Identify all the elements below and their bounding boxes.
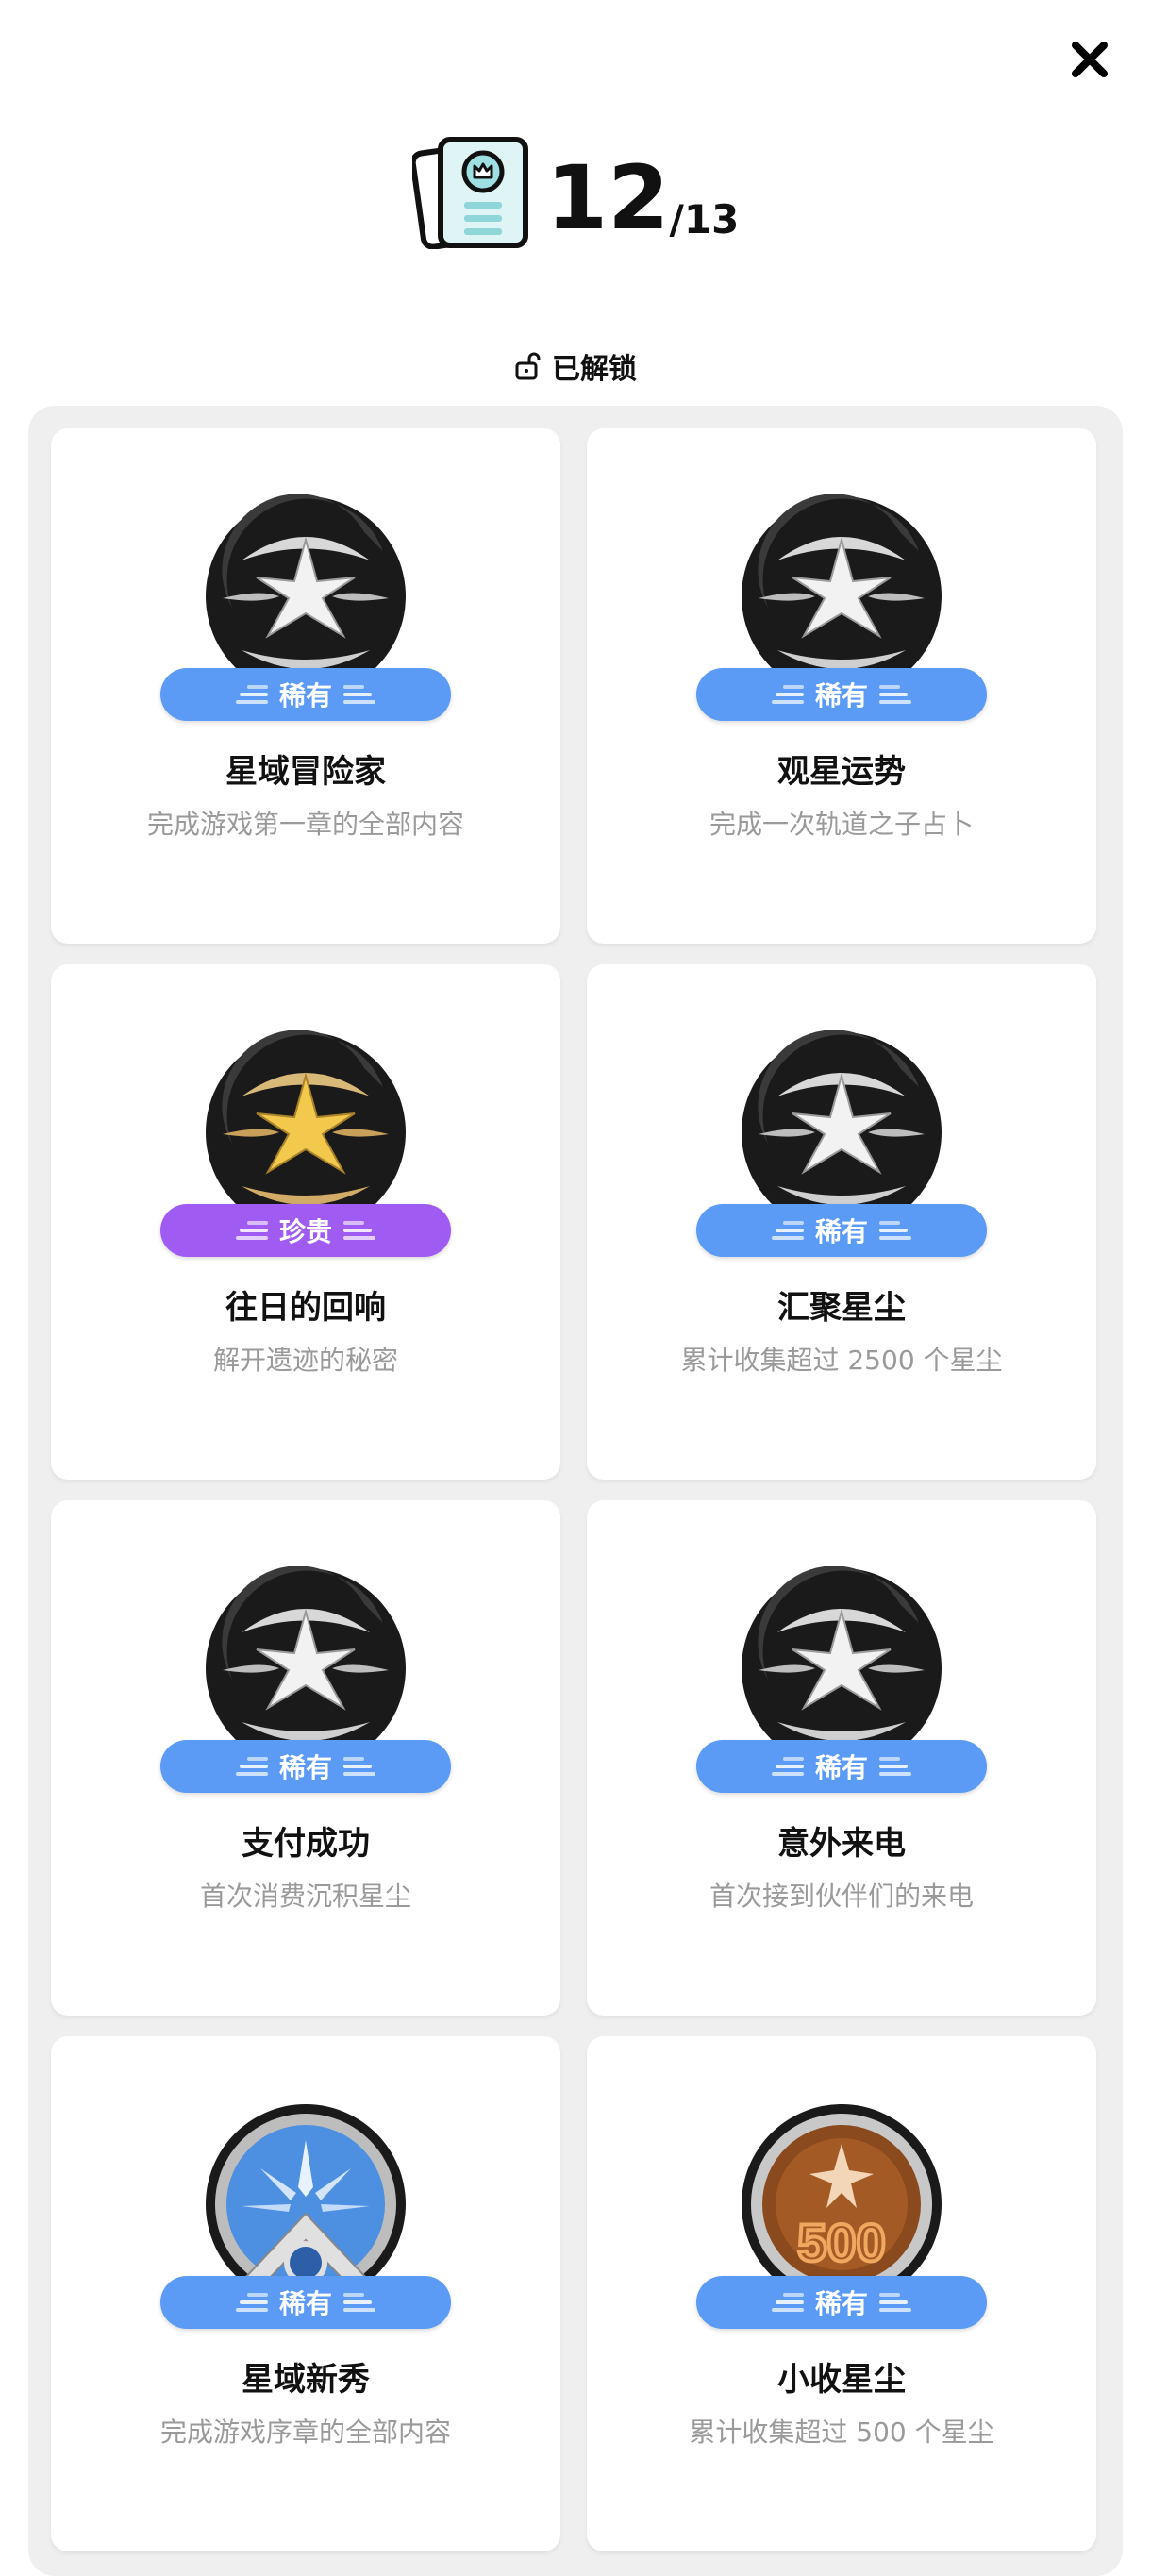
achievement-card[interactable]: 稀有 意外来电 首次接到伙伴们的来电 bbox=[587, 1500, 1096, 2016]
rarity-label: 稀有 bbox=[814, 1216, 868, 1247]
rarity-badge: 稀有 bbox=[160, 1740, 451, 1793]
achievement-card[interactable]: 稀有 星域冒险家 完成游戏第一章的全部内容 bbox=[51, 428, 560, 944]
rarity-badge: 珍贵 bbox=[160, 1204, 451, 1257]
achievement-title: 支付成功 bbox=[242, 1825, 370, 1863]
achievement-cards-icon bbox=[411, 137, 528, 249]
achievement-description: 完成一次轨道之子占卜 bbox=[709, 809, 974, 840]
achievement-description: 首次接到伙伴们的来电 bbox=[709, 1881, 974, 1912]
achievement-description: 解开遗迹的秘密 bbox=[212, 1345, 398, 1376]
achievement-description: 首次消费沉积星尘 bbox=[199, 1881, 411, 1912]
rarity-badge: 稀有 bbox=[696, 2276, 987, 2329]
rarity-badge: 稀有 bbox=[160, 2276, 451, 2329]
achievement-title: 观星运势 bbox=[777, 753, 906, 791]
rarity-label: 稀有 bbox=[814, 1752, 868, 1783]
achievement-title: 往日的回响 bbox=[225, 1289, 386, 1327]
achievement-title: 星域新秀 bbox=[242, 2361, 370, 2399]
medal-500-text: 500 bbox=[797, 2213, 885, 2272]
rarity-badge: 稀有 bbox=[160, 668, 451, 721]
unlock-icon bbox=[515, 352, 541, 380]
achievement-card[interactable]: 稀有 观星运势 完成一次轨道之子占卜 bbox=[587, 428, 1096, 944]
rarity-label: 珍贵 bbox=[278, 1216, 332, 1247]
achievement-description: 完成游戏第一章的全部内容 bbox=[146, 809, 464, 840]
achievement-card[interactable]: 稀有 支付成功 首次消费沉积星尘 bbox=[51, 1500, 560, 2016]
rarity-label: 稀有 bbox=[278, 1752, 332, 1783]
achievement-description: 累计收集超过 500 个星尘 bbox=[689, 2417, 994, 2448]
rarity-label: 稀有 bbox=[278, 2288, 332, 2319]
achievement-title: 意外来电 bbox=[777, 1825, 906, 1863]
achievement-card[interactable]: 稀有 星域新秀 完成游戏序章的全部内容 bbox=[51, 2036, 560, 2551]
achievement-description: 累计收集超过 2500 个星尘 bbox=[680, 1345, 1003, 1376]
rarity-label: 稀有 bbox=[278, 680, 332, 711]
unlocked-count: 12 bbox=[545, 147, 670, 250]
rarity-label: 稀有 bbox=[814, 2288, 868, 2319]
unlocked-section-label: 已解锁 bbox=[0, 345, 1151, 387]
unlocked-label-text: 已解锁 bbox=[552, 353, 637, 386]
total-count: /13 bbox=[669, 196, 740, 243]
collection-header: 12 /13 bbox=[0, 136, 1151, 249]
achievement-card[interactable]: 稀有 汇聚星尘 累计收集超过 2500 个星尘 bbox=[587, 964, 1096, 1480]
close-button[interactable] bbox=[1068, 38, 1111, 81]
achievement-card[interactable]: 500 稀有 小收星尘 累计收集超过 500 个星尘 bbox=[587, 2036, 1096, 2551]
achievement-title: 汇聚星尘 bbox=[777, 1289, 906, 1327]
rarity-label: 稀有 bbox=[814, 680, 868, 711]
achievement-title: 小收星尘 bbox=[777, 2361, 906, 2399]
rarity-badge: 稀有 bbox=[696, 668, 987, 721]
achievement-grid: 稀有 星域冒险家 完成游戏第一章的全部内容 稀有 观星运势 完成一次轨道之子占卜 bbox=[28, 406, 1123, 2576]
achievement-card[interactable]: 珍贵 往日的回响 解开遗迹的秘密 bbox=[51, 964, 560, 1480]
achievement-title: 星域冒险家 bbox=[225, 753, 386, 791]
achievement-description: 完成游戏序章的全部内容 bbox=[159, 2417, 451, 2448]
close-icon bbox=[1072, 42, 1108, 77]
rarity-badge: 稀有 bbox=[696, 1204, 987, 1257]
rarity-badge: 稀有 bbox=[696, 1740, 987, 1793]
